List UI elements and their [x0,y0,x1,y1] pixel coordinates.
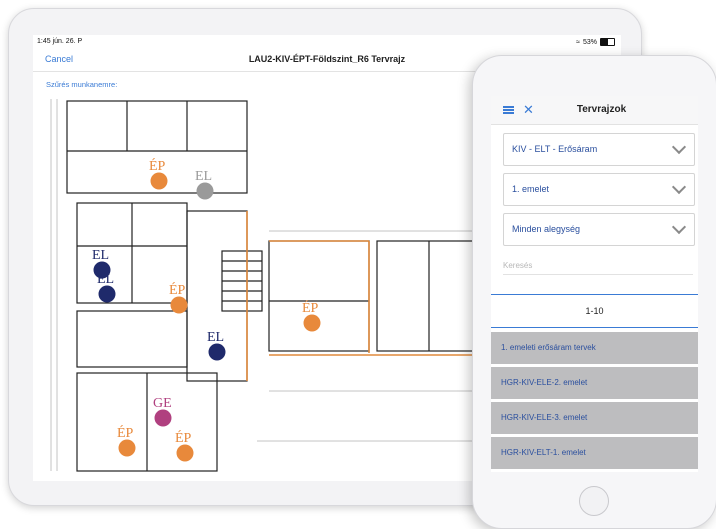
unit-select[interactable]: Minden alegység [503,213,695,246]
plan-marker-label: ÉP [302,299,319,316]
floor-select[interactable]: 1. emelet [503,173,695,206]
list-item-label: 1. emeleti erősáram tervek [501,343,596,352]
discipline-select[interactable]: KIV - ELT - Erősáram [503,133,695,166]
plan-marker[interactable]: ÉP [117,424,136,457]
phone-frame: ✕ Tervrajzok KIV - ELT - Erősáram 1. eme… [472,55,716,529]
plan-marker-dot [98,285,116,303]
plan-marker-dot [303,314,321,332]
list-item-label: HGR-KIV-ELE-3. emelet [501,413,588,422]
plan-marker[interactable]: ÉP [169,281,188,314]
status-bar: 1:45 jún. 26. P ≈ 53% [33,35,621,49]
list-item-label: HGR-KIV-ELT-1. emelet [501,448,586,457]
list-item[interactable]: 1. emeleti erősáram tervek [491,332,698,365]
unit-select-value: Minden alegység [512,224,581,234]
plan-marker[interactable]: ÉP [149,157,168,190]
plan-marker-dot [154,409,172,427]
plan-marker-label: ÉP [117,424,134,441]
plan-marker-label: GE [153,396,172,411]
plan-marker-label: ÉP [149,157,166,174]
chevron-down-icon [671,139,687,155]
list-item[interactable]: HGR-KIV-ELE-3. emelet [491,402,698,435]
plan-marker-dot [208,343,226,361]
pagination[interactable]: 1-10 [491,294,698,328]
floor-select-value: 1. emelet [512,184,550,194]
list-item-label: HGR-KIV-ELE-2. emelet [501,378,588,387]
plan-marker-label: ÉP [175,429,192,446]
plan-marker-dot [118,439,136,457]
plan-marker-label: EL [92,248,109,263]
search-input[interactable] [503,256,693,275]
drawer-header: ✕ Tervrajzok [491,96,698,125]
battery-icon [600,38,615,46]
filter-link[interactable]: Szűrés munkanemre: [46,80,117,89]
plan-marker-dot [196,182,214,200]
phone-screen: ✕ Tervrajzok KIV - ELT - Erősáram 1. eme… [491,96,698,472]
drawer-title: Tervrajzok [576,104,627,115]
chevron-down-icon [671,179,687,195]
status-indicators: ≈ 53% [576,38,615,46]
plan-marker[interactable]: ÉP [175,429,194,462]
plan-marker-label: ÉP [169,281,186,298]
status-time: 1:45 jún. 26. P [37,38,83,45]
plan-marker-dot [170,296,188,314]
plan-marker-dot [176,444,194,462]
list-item[interactable]: HGR-KIV-ELT-1. emelet [491,437,698,470]
discipline-select-value: KIV - ELT - Erősáram [512,144,598,154]
chevron-down-icon [671,219,687,235]
home-button[interactable] [579,486,609,516]
plan-marker-label: EL [195,169,212,184]
wifi-icon: ≈ [576,38,580,46]
plan-marker-label: EL [97,272,114,287]
plan-marker[interactable]: ÉP [302,299,321,332]
plan-marker-dot [150,172,168,190]
battery-percent: 53% [582,38,597,46]
plan-marker-label: EL [207,330,224,345]
list-item[interactable]: HGR-KIV-ELE-2. emelet [491,367,698,400]
